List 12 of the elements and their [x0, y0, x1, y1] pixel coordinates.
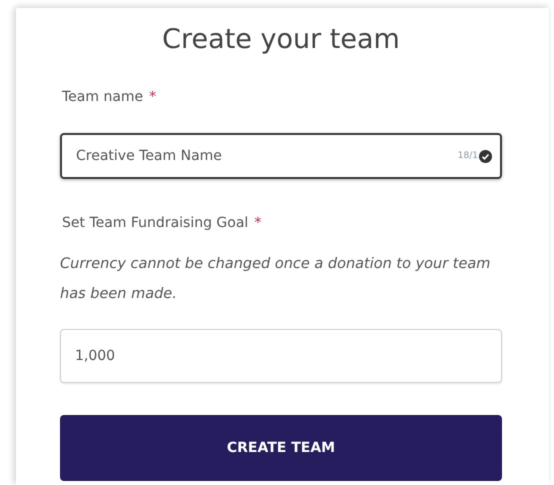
- field-label: Set Team Fundraising Goal: [62, 215, 248, 231]
- text-field[interactable]: Creative Team Name 18/1: [60, 133, 502, 179]
- input-field[interactable]: Creative Team Name: [76, 148, 458, 164]
- field-label: Team name: [62, 89, 144, 105]
- form-title: Create your team: [161, 23, 401, 55]
- create-team-button[interactable]: CREATE TEAM: [60, 415, 502, 481]
- currency-note: Currency cannot be changed once a donation to your team has been made.: [60, 255, 492, 304]
- text-field[interactable]: 1,000: [60, 329, 502, 383]
- required-mark: *: [254, 215, 262, 231]
- character-counter: 18/1: [458, 151, 478, 161]
- required-mark: *: [149, 89, 156, 105]
- input-field[interactable]: 1,000: [75, 348, 493, 364]
